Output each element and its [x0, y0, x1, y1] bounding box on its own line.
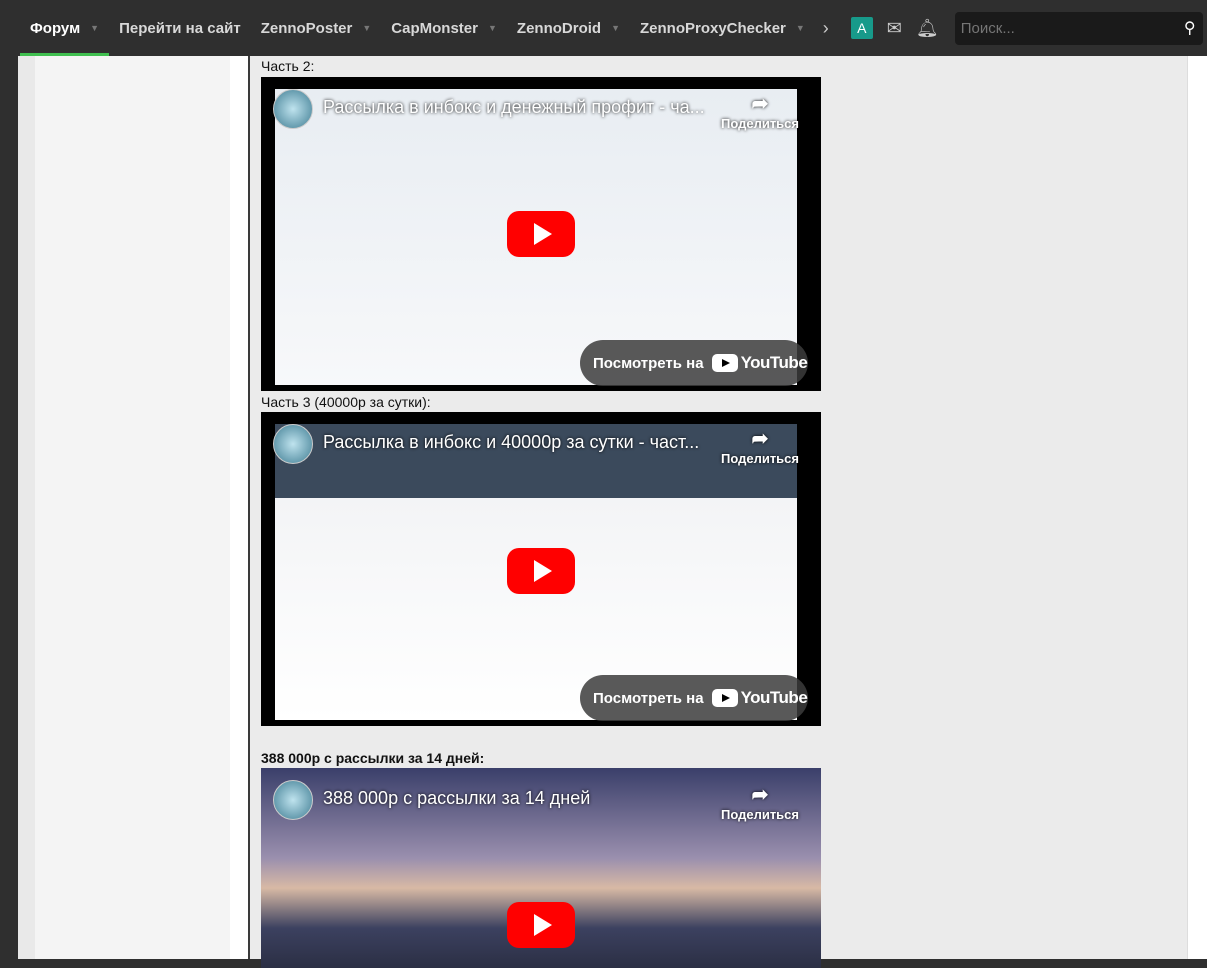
avatar[interactable]: A — [850, 17, 873, 39]
share-label: Поделиться — [720, 807, 799, 822]
channel-avatar[interactable] — [273, 780, 313, 820]
video-title[interactable]: Рассылка в инбокс и денежный профит - ча… — [323, 97, 705, 118]
channel-avatar[interactable] — [273, 424, 313, 464]
nav-label: ZennoDroid — [516, 19, 602, 37]
search-icon[interactable]: ⚲ — [1177, 18, 1203, 38]
video-label: Часть 2: — [261, 58, 315, 74]
top-nav: Форум ▼ Перейти на сайт ZennoPoster ▼ CapM… — [0, 0, 1207, 56]
nav-forum[interactable]: Форум ▼ — [20, 0, 110, 56]
watch-label: Посмотреть на — [593, 689, 704, 707]
video-label: Часть 3 (40000р за сутки): — [261, 394, 431, 410]
video-label: 388 000р с рассылки за 14 дней: — [261, 750, 485, 766]
chevron-right-icon[interactable]: › — [823, 18, 845, 39]
post-content: Часть 2: Рассылка в инбокс и денежный пр… — [250, 56, 1187, 968]
share-button[interactable]: ➦ Поделиться — [721, 426, 799, 466]
share-icon: ➦ — [751, 428, 769, 450]
youtube-embed[interactable]: Рассылка в инбокс и 40000р за сутки - ча… — [261, 412, 821, 726]
envelope-icon[interactable]: ✉ — [887, 18, 902, 39]
right-edge — [1187, 56, 1207, 959]
video-title[interactable]: Рассылка в инбокс и 40000р за сутки - ча… — [323, 432, 699, 453]
share-icon: ➦ — [751, 784, 769, 806]
share-button[interactable]: ➦ Поделиться — [721, 91, 799, 131]
nav-label: ZennoPoster — [260, 19, 353, 37]
youtube-logo: YouTube — [711, 688, 808, 708]
bell-icon[interactable]: 🔔︎ — [916, 18, 939, 39]
video-title[interactable]: 388 000р с рассылки за 14 дней — [323, 788, 590, 809]
search-box: ⚲ — [954, 11, 1203, 45]
channel-avatar[interactable] — [273, 89, 313, 129]
share-label: Поделиться — [720, 451, 799, 466]
watch-on-youtube-button[interactable]: Посмотреть на YouTube — [580, 675, 808, 721]
nav-label: ZennoProxyChecker — [639, 19, 786, 37]
nav-zennodroid[interactable]: ZennoDroid ▼ — [507, 0, 630, 56]
youtube-embed[interactable]: Рассылка в инбокс и денежный профит - ча… — [261, 77, 821, 391]
caret-down-icon[interactable]: ▼ — [362, 23, 371, 33]
share-button[interactable]: ➦ Поделиться — [721, 782, 799, 822]
youtube-logo: YouTube — [711, 353, 808, 373]
nav-label: Перейти на сайт — [119, 19, 241, 37]
caret-down-icon[interactable]: ▼ — [611, 23, 620, 33]
watch-on-youtube-button[interactable]: Посмотреть на YouTube — [580, 340, 808, 386]
caret-down-icon[interactable]: ▼ — [488, 23, 497, 33]
nav-label: Форум — [30, 19, 81, 37]
watch-label: Посмотреть на — [593, 354, 704, 372]
caret-down-icon[interactable]: ▼ — [796, 23, 805, 33]
share-icon: ➦ — [751, 93, 769, 115]
play-button[interactable] — [507, 548, 575, 594]
sidebar — [18, 56, 230, 959]
play-button[interactable] — [507, 211, 575, 257]
gutter — [230, 56, 248, 959]
play-button[interactable] — [507, 902, 575, 948]
share-label: Поделиться — [720, 116, 799, 131]
search-input[interactable] — [954, 19, 1177, 37]
caret-down-icon[interactable]: ▼ — [90, 23, 99, 33]
nav-go-to-site[interactable]: Перейти на сайт — [109, 0, 251, 56]
youtube-embed[interactable]: 388 000р с рассылки за 14 дней ➦ Поделить… — [261, 768, 821, 968]
nav-capmonster[interactable]: CapMonster ▼ — [381, 0, 507, 56]
nav-label: CapMonster — [391, 19, 478, 37]
nav-zennoproxychecker[interactable]: ZennoProxyChecker ▼ — [630, 0, 815, 56]
nav-zennoposter[interactable]: ZennoPoster ▼ — [251, 0, 382, 56]
